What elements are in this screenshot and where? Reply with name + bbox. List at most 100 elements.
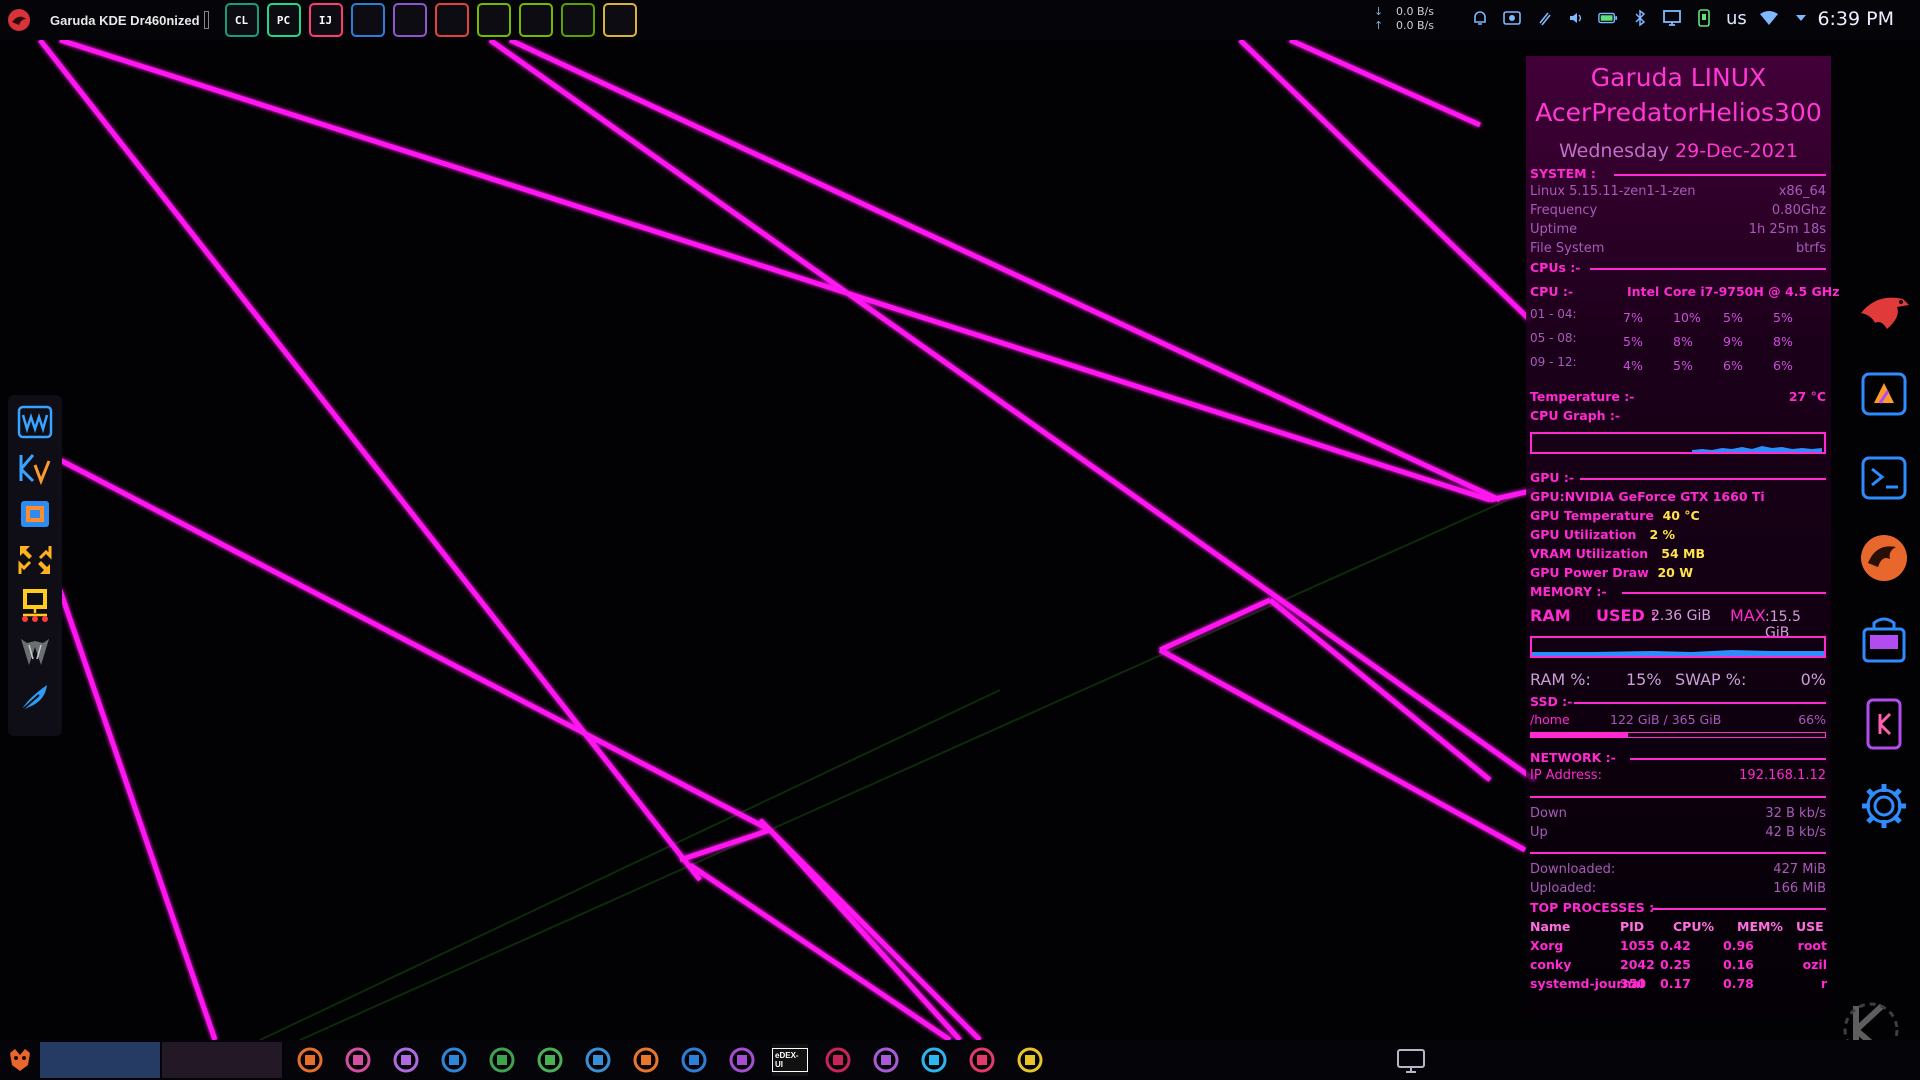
home-disk-bar bbox=[1530, 732, 1826, 738]
taskbar-window-2[interactable] bbox=[162, 1042, 282, 1078]
keyboard-layout-indicator[interactable]: us bbox=[1726, 8, 1747, 29]
kde-connect-icon[interactable] bbox=[1852, 694, 1916, 754]
conky-date-line: Wednesday 29-Dec-2021 bbox=[1526, 140, 1831, 162]
clion-icon[interactable]: CL bbox=[224, 3, 259, 37]
core-usage-value: 5% bbox=[1773, 310, 1793, 325]
show-desktop-icon[interactable] bbox=[1394, 1046, 1428, 1076]
process-column-header[interactable]: CPU% bbox=[1673, 919, 1714, 934]
process-name: Xorg bbox=[1530, 938, 1564, 953]
intellij-icon[interactable]: IJ bbox=[308, 3, 343, 37]
qbittorrent-icon[interactable] bbox=[484, 1044, 520, 1076]
clock[interactable]: 6:39 PM bbox=[1817, 8, 1894, 30]
speedtest-icon[interactable] bbox=[434, 3, 469, 37]
process-column-header[interactable]: PID bbox=[1620, 919, 1644, 934]
disk-usage-icon[interactable] bbox=[628, 1044, 664, 1076]
settings-gear-icon[interactable] bbox=[1852, 776, 1916, 836]
usb-writer-icon[interactable] bbox=[532, 1044, 568, 1076]
process-mem: 0.78 bbox=[1723, 976, 1754, 991]
battery-icon[interactable] bbox=[1598, 7, 1618, 29]
section-divider bbox=[1630, 758, 1826, 760]
network-speed-monitor[interactable]: ↓ 0.0 B/s ↑ 0.0 B/s bbox=[1374, 5, 1434, 33]
arrow-up-icon: ↑ bbox=[1374, 19, 1384, 32]
process-mem: 0.96 bbox=[1723, 938, 1754, 953]
usb-device-icon[interactable] bbox=[1694, 7, 1714, 29]
processes-header: TOP PROCESSES :- bbox=[1530, 900, 1826, 915]
store-bag-icon[interactable] bbox=[1852, 610, 1916, 670]
network-tool-icon[interactable] bbox=[16, 587, 54, 624]
conky-widget: Garuda LINUX AcerPredatorHelios300 Wedne… bbox=[1526, 56, 1840, 1016]
garuda-dragon-icon[interactable] bbox=[1852, 528, 1916, 588]
down-speed-row: Down 32 B kb/s bbox=[1530, 806, 1826, 821]
garuda-menu-icon[interactable] bbox=[4, 5, 34, 35]
pycharm-icon[interactable]: PC bbox=[266, 3, 301, 37]
gpu-header: GPU :- bbox=[1530, 470, 1826, 485]
fullscreen-tool-icon[interactable] bbox=[16, 541, 54, 578]
process-pid: 1055 bbox=[1620, 938, 1655, 953]
wifi-icon[interactable] bbox=[1759, 7, 1779, 29]
phone-manager-icon[interactable] bbox=[580, 1044, 616, 1076]
used-value: 2.36 GiB bbox=[1651, 608, 1711, 624]
gpu-temp-row: GPU Temperature 40 °C bbox=[1530, 508, 1700, 523]
conky-distro: Garuda LINUX bbox=[1590, 63, 1767, 92]
core-usage-value: 6% bbox=[1773, 358, 1793, 373]
ram-label: RAM bbox=[1530, 606, 1571, 625]
nvidia-settings-icon[interactable] bbox=[476, 3, 511, 37]
clipboard-icon[interactable] bbox=[1534, 7, 1554, 29]
tool-app-icon[interactable] bbox=[964, 1044, 1000, 1076]
up-speed-row: Up 42 B kb/s bbox=[1530, 825, 1826, 840]
chrome-icon[interactable] bbox=[340, 1044, 376, 1076]
cpu-graph-label: CPU Graph :- bbox=[1530, 408, 1621, 423]
wavemon-icon[interactable] bbox=[16, 403, 54, 440]
system-tray: us bbox=[1470, 7, 1811, 29]
tray-expand-chevron-icon[interactable] bbox=[1791, 7, 1811, 29]
display-icon[interactable] bbox=[1662, 7, 1682, 29]
net-up-speed: 0.0 B/s bbox=[1396, 19, 1434, 32]
arrow-down-icon: ↓ bbox=[1374, 5, 1384, 18]
discord-icon[interactable] bbox=[388, 1044, 424, 1076]
feather-app-icon[interactable] bbox=[16, 679, 54, 716]
core-usage-value: 10% bbox=[1673, 310, 1701, 325]
ram-swap-row: RAM %: 15% SWAP %: 0% bbox=[1530, 670, 1826, 689]
file-manager-icon[interactable] bbox=[292, 1044, 328, 1076]
nvidia-icon[interactable] bbox=[518, 3, 553, 37]
vram-value: 54 MB bbox=[1661, 546, 1705, 561]
taskbar-window-1[interactable] bbox=[40, 1042, 160, 1078]
gpu-power-value: 20 W bbox=[1657, 565, 1694, 580]
nvidia-app-icon[interactable] bbox=[560, 3, 595, 37]
process-column-header[interactable]: MEM% bbox=[1737, 919, 1783, 934]
virtualbox-icon[interactable] bbox=[16, 495, 54, 532]
obs-icon[interactable] bbox=[724, 1044, 760, 1076]
kvantum-icon[interactable] bbox=[16, 449, 54, 486]
app-launcher-icon[interactable] bbox=[2, 1040, 38, 1080]
core-usage-value: 7% bbox=[1623, 310, 1643, 325]
notification-bell-icon[interactable] bbox=[1470, 7, 1490, 29]
max-label: MAX bbox=[1730, 606, 1766, 625]
terminal-icon[interactable] bbox=[1852, 448, 1916, 508]
vscode-icon[interactable] bbox=[350, 3, 385, 37]
edex-ui-icon[interactable]: eDEX-UI bbox=[772, 1044, 808, 1076]
raspberry-pi-icon[interactable] bbox=[820, 1044, 856, 1076]
temperature-value: 27 °C bbox=[1788, 389, 1826, 404]
teamviewer-icon[interactable] bbox=[676, 1044, 712, 1076]
process-cpu: 0.17 bbox=[1660, 976, 1691, 991]
send-anywhere-icon[interactable] bbox=[916, 1044, 952, 1076]
bluetooth-icon[interactable] bbox=[1630, 7, 1650, 29]
volume-icon[interactable] bbox=[1566, 7, 1586, 29]
process-column-header[interactable]: Name bbox=[1530, 919, 1570, 934]
taskbar-launchers: eDEX-UI bbox=[292, 1044, 1048, 1076]
title-separator bbox=[203, 11, 209, 29]
core-row-label: 09 - 12: bbox=[1530, 355, 1577, 369]
process-user: r bbox=[1820, 976, 1827, 991]
predator-sense-icon[interactable] bbox=[16, 633, 54, 670]
video-call-icon[interactable] bbox=[436, 1044, 472, 1076]
garuda-eagle-icon[interactable] bbox=[1852, 282, 1916, 342]
github-desktop-icon[interactable] bbox=[392, 3, 427, 37]
process-column-header[interactable]: USE bbox=[1796, 919, 1824, 934]
drawing-icon[interactable] bbox=[868, 1044, 904, 1076]
top-panel: Garuda KDE Dr460nized CL PC IJ ↓ 0.0 B/s ↑ 0… bbox=[0, 0, 1920, 40]
discover-app-icon[interactable] bbox=[1852, 364, 1916, 424]
kernel-row: Linux 5.15.11-zen1-1-zen x86_64 bbox=[1530, 184, 1826, 199]
screen-capture-icon[interactable] bbox=[1502, 7, 1522, 29]
pineapple-icon[interactable] bbox=[1012, 1044, 1048, 1076]
mail-package-icon[interactable] bbox=[602, 3, 637, 37]
